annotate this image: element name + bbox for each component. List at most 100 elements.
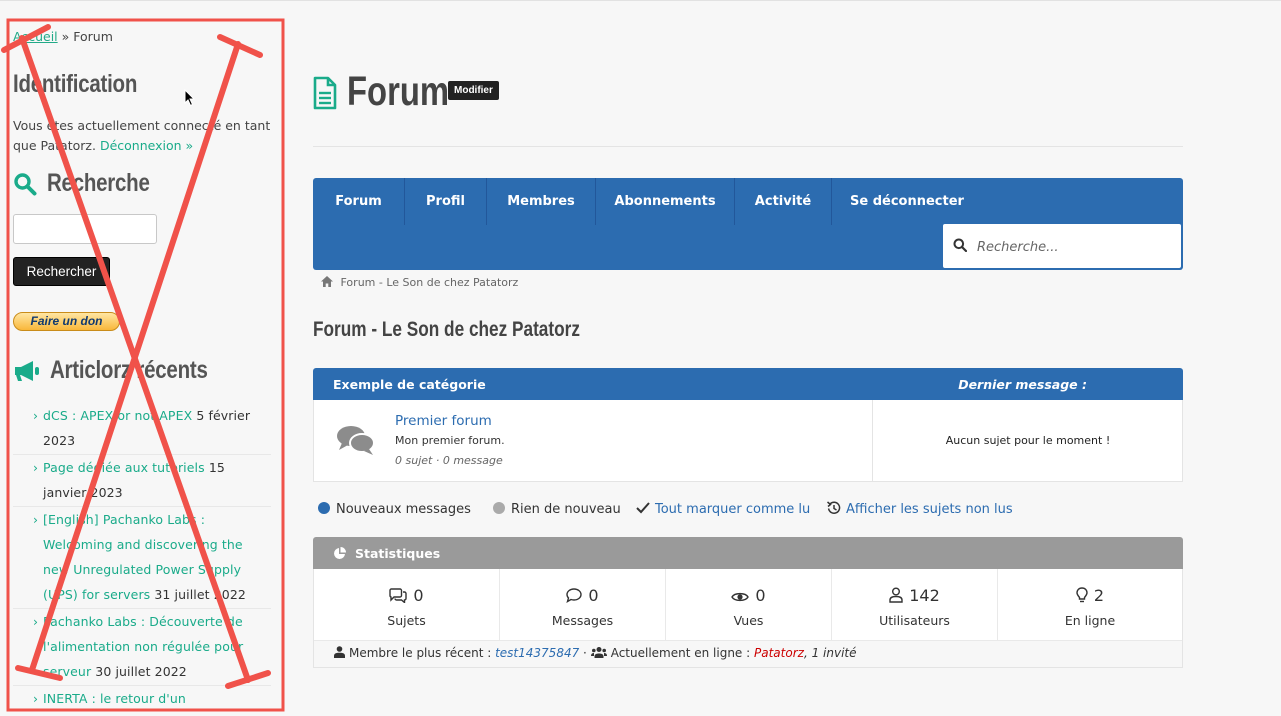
page-title: Forum: [347, 68, 450, 114]
chevron-right-icon: ›: [33, 691, 39, 706]
stats-header: Statistiques: [313, 537, 1183, 569]
edit-page-button[interactable]: Modifier: [448, 81, 499, 100]
legend-none-label: Rien de nouveau: [511, 502, 621, 517]
search-button[interactable]: Rechercher: [13, 257, 110, 286]
category-header: Exemple de catégorie Dernier message :: [313, 368, 1183, 400]
home-icon[interactable]: [321, 276, 333, 287]
stat-online-value: 2: [1093, 586, 1105, 605]
history-icon: [827, 501, 841, 514]
mark-all-read-label: Tout marquer comme lu: [655, 502, 811, 517]
recent-posts-title: Articlorz récents: [50, 356, 208, 384]
mark-all-read-link[interactable]: Tout marquer comme lu: [636, 501, 810, 519]
nav-forum[interactable]: Forum: [313, 178, 405, 225]
recent-post-item: ›INERTA : le retour d'un professionnel 2…: [13, 686, 271, 716]
stat-views: 0 Vues: [666, 569, 832, 640]
stat-users-value: 142: [909, 586, 940, 605]
nav-abonnements[interactable]: Abonnements: [596, 178, 735, 225]
breadcrumb: Accueil » Forum: [13, 29, 113, 44]
message-icon: [566, 588, 583, 603]
recent-posts-list: › dCS : APEX or not APEX 5 février 2023 › P…: [13, 403, 271, 716]
user-icon: [889, 587, 903, 603]
forum-row: Premier forum Mon premier forum. 0 sujet…: [313, 400, 1183, 482]
legend-new-label: Nouveaux messages: [336, 502, 471, 517]
stat-messages-value: 0: [588, 586, 599, 605]
sidebar-search-input[interactable]: [13, 214, 157, 244]
search-icon: [14, 173, 37, 196]
recent-post-item: › [English] Pachanko Labs : Welcoming and…: [13, 507, 271, 609]
forum-link[interactable]: Premier forum: [395, 413, 492, 429]
chevron-right-icon: ›: [33, 512, 39, 527]
online-user-link[interactable]: Patatorz: [754, 646, 804, 660]
main-content: Forum Modifier Forum Profil Membres Abon…: [313, 0, 1183, 716]
online-label: Actuellement en ligne :: [610, 646, 751, 660]
forum-search: [942, 223, 1182, 270]
users-icon: [590, 647, 607, 658]
forum-title: Forum - Le Son de chez Patatorz: [313, 318, 580, 341]
recent-post-link[interactable]: Page dédiée aux tutoriels: [43, 460, 205, 475]
breadcrumb-home-link[interactable]: Accueil: [13, 29, 58, 44]
bulb-icon: [1076, 587, 1088, 603]
stat-views-value: 0: [755, 586, 766, 605]
megaphone-icon: [15, 361, 39, 381]
stat-topics-label: Sujets: [387, 613, 426, 628]
recent-post-date: 30 juillet 2022: [95, 664, 187, 679]
logout-link[interactable]: Déconnexion »: [100, 138, 193, 153]
forum-breadcrumb-text[interactable]: Forum - Le Son de chez Patatorz: [341, 276, 519, 289]
identification-title: Identification: [13, 70, 138, 98]
forum-search-input[interactable]: [975, 224, 1179, 270]
chevron-right-icon: ›: [33, 408, 39, 423]
nav-logout[interactable]: Se déconnecter: [832, 178, 982, 225]
unread-topics-label: Afficher les sujets non lus: [846, 502, 1013, 517]
last-message-header: Dernier message :: [958, 377, 1087, 392]
recent-post-link[interactable]: dCS : APEX or not APEX: [43, 408, 192, 423]
mouse-cursor-icon: [184, 89, 196, 107]
forum-stats: 0 sujet · 0 message: [395, 454, 503, 467]
recent-post-link[interactable]: INERTA : le retour d'un professionnel: [43, 691, 186, 716]
footer-separator: ·: [583, 646, 587, 660]
nav-activite[interactable]: Activité: [735, 178, 832, 225]
forum-description: Mon premier forum.: [395, 434, 505, 447]
newest-member-label: Membre le plus récent :: [349, 646, 492, 660]
user-solid-icon: [334, 646, 345, 658]
legend-new: Nouveaux messages: [318, 501, 471, 519]
document-icon: [313, 76, 337, 110]
stats-box: 0 Sujets 0 Messages 0 Vues 142 Utilisate…: [313, 569, 1183, 668]
stat-users: 142 Utilisateurs: [832, 569, 998, 640]
donate-button[interactable]: Faire un don: [13, 312, 120, 331]
chevron-right-icon: ›: [33, 460, 39, 475]
identification-text: Vous êtes actuellement connecté en tant …: [13, 116, 271, 156]
chevron-right-icon: ›: [33, 614, 39, 629]
unread-topics-link[interactable]: Afficher les sujets non lus: [827, 501, 1013, 519]
stat-online: 2 En ligne: [998, 569, 1182, 640]
category-name[interactable]: Exemple de catégorie: [333, 368, 486, 401]
nav-membres[interactable]: Membres: [487, 178, 596, 225]
guests-count: , 1 invité: [803, 646, 857, 660]
stat-users-label: Utilisateurs: [879, 613, 950, 628]
breadcrumb-separator: »: [61, 29, 70, 44]
search-title: Recherche: [47, 169, 150, 197]
forum-navbar: Forum Profil Membres Abonnements Activit…: [313, 178, 1183, 270]
forum-breadcrumb: Forum - Le Son de chez Patatorz: [321, 276, 518, 289]
stat-topics: 0 Sujets: [314, 569, 500, 640]
check-icon: [636, 502, 650, 514]
recent-post-item: › Pachanko Labs : Découverte de l'aliment…: [13, 609, 271, 686]
topics-icon: [389, 588, 408, 604]
stat-messages-label: Messages: [551, 613, 614, 628]
sidebar: Accueil » Forum Identification Vous êtes…: [0, 0, 290, 716]
divider: [313, 146, 1183, 147]
legend-none: Rien de nouveau: [493, 501, 621, 519]
recent-post-item: › Page dédiée aux tutoriels 15 janvier 20…: [13, 455, 271, 507]
last-message: Aucun sujet pour le moment !: [945, 434, 1111, 447]
pie-chart-icon: [334, 547, 346, 559]
eye-icon: [731, 592, 750, 602]
stat-views-label: Vues: [733, 613, 764, 628]
breadcrumb-current: Forum: [73, 29, 113, 44]
stats-footer: Membre le plus récent : test14375847 · A…: [314, 640, 1182, 667]
recent-post-date: 31 juillet 2022: [154, 587, 246, 602]
search-icon: [953, 238, 967, 252]
no-new-dot-icon: [493, 502, 505, 514]
nav-profil[interactable]: Profil: [405, 178, 487, 225]
new-messages-dot-icon: [318, 502, 330, 514]
newest-member-link[interactable]: test14375847: [495, 646, 579, 660]
stat-messages: 0 Messages: [500, 569, 666, 640]
